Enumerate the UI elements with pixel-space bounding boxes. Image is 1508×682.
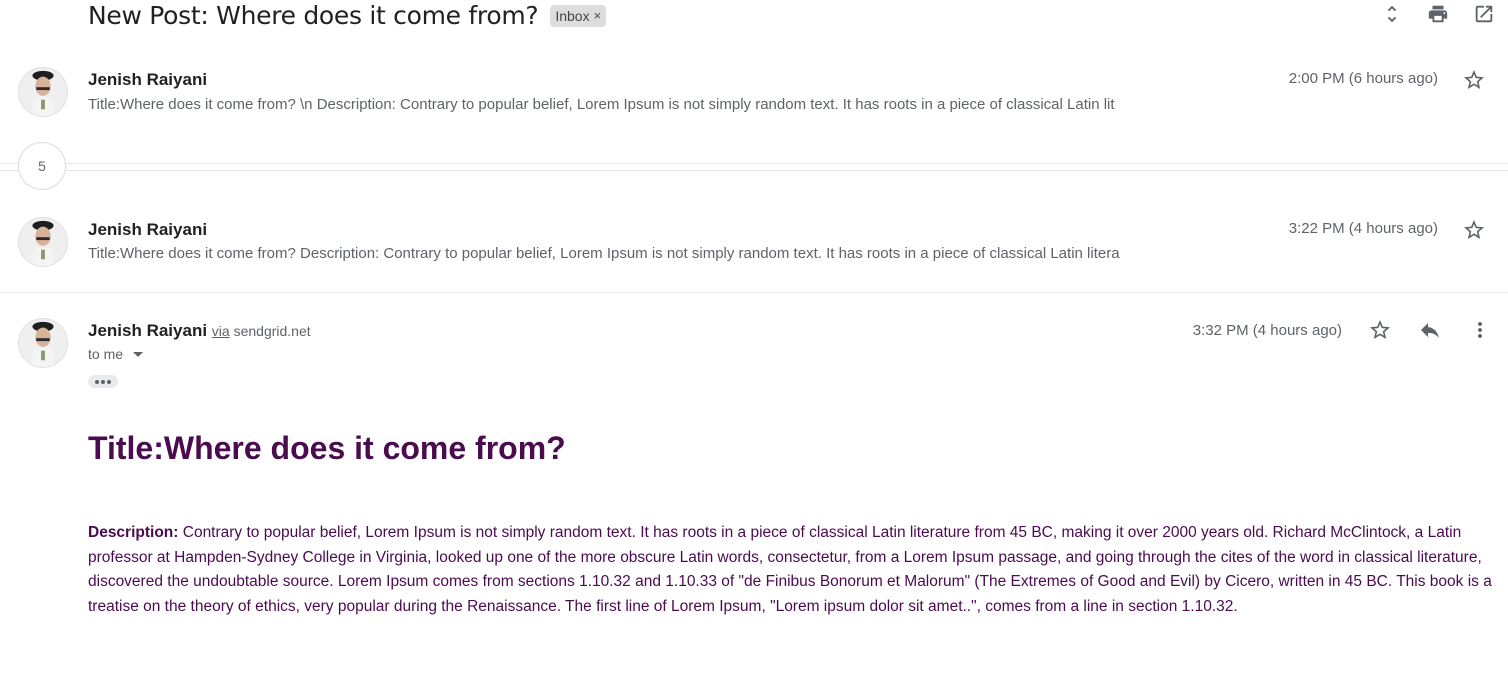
collapsed-message-2[interactable]: Jenish Raiyani Title:Where does it come … bbox=[0, 0, 1508, 292]
chevron-down-icon bbox=[133, 351, 144, 357]
description-label: Description: bbox=[88, 524, 179, 541]
sender-name: Jenish Raiyani bbox=[88, 220, 208, 239]
message-snippet: Title:Where does it come from? Descripti… bbox=[88, 245, 1120, 262]
email-body-title: Title:Where does it come from? bbox=[88, 430, 566, 466]
sender-avatar bbox=[18, 217, 68, 267]
message-time: 3:22 PM (4 hours ago) bbox=[1288, 220, 1438, 237]
via-link[interactable]: via bbox=[212, 323, 230, 339]
recipients-dropdown[interactable]: to me bbox=[88, 346, 144, 362]
description-text: Contrary to popular belief, Lorem Ipsum … bbox=[88, 524, 1492, 615]
dot-icon bbox=[107, 379, 111, 384]
open-message-actions: 3:32 PM (4 hours ago) bbox=[1193, 318, 1492, 342]
message-time: 3:32 PM (4 hours ago) bbox=[1192, 321, 1342, 339]
star-icon[interactable] bbox=[1368, 318, 1392, 342]
email-body-description: Description: Contrary to popular belief,… bbox=[88, 521, 1498, 619]
via-domain: sendgrid.net bbox=[233, 323, 311, 339]
message-divider bbox=[0, 292, 1508, 293]
sender-avatar bbox=[18, 318, 68, 368]
recipients-text: to me bbox=[88, 346, 124, 362]
more-options-icon[interactable] bbox=[1468, 318, 1492, 342]
dot-icon bbox=[101, 379, 105, 384]
show-trimmed-content-button[interactable] bbox=[88, 375, 118, 388]
dot-icon bbox=[95, 379, 99, 384]
email-thread-view: New Post: Where does it come from? Inbox… bbox=[0, 0, 1508, 682]
via-info: via sendgrid.net bbox=[212, 323, 311, 339]
open-message-sender-line: Jenish Raiyani via sendgrid.net bbox=[88, 321, 311, 341]
star-icon[interactable] bbox=[1462, 218, 1486, 242]
reply-icon[interactable] bbox=[1418, 318, 1442, 342]
sender-name: Jenish Raiyani bbox=[88, 321, 208, 340]
